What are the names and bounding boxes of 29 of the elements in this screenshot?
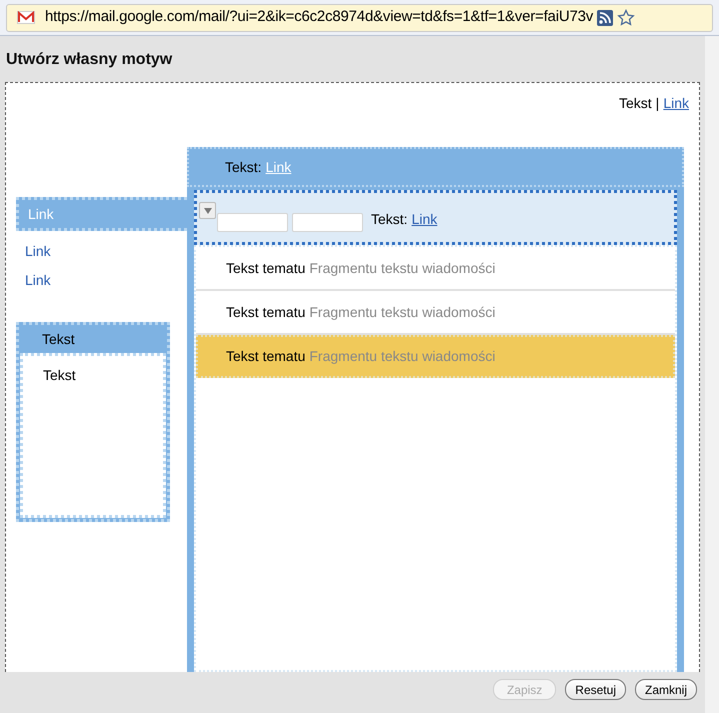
mail-icon (17, 11, 35, 24)
nav-link[interactable]: Link (16, 266, 187, 295)
dialog-title: Utwórz własny motyw (6, 50, 174, 70)
box-header: Tekst (41, 330, 76, 348)
nav-link[interactable]: Link (16, 237, 187, 266)
snippet-text: Fragmentu tekstu wiadomości (309, 347, 496, 366)
toolbar-text: Tekst: (371, 210, 408, 229)
input-field[interactable] (217, 213, 288, 232)
dialog-button[interactable]: Zamknij (634, 679, 697, 700)
snippet-text: Fragmentu tekstu wiadomości (309, 302, 496, 322)
subject-text: Tekst tematu (226, 258, 306, 278)
scrollbar-track[interactable] (705, 36, 719, 713)
panel-header-text: Tekst: (225, 158, 262, 176)
message-row[interactable]: Tekst tematu Fragmentu tekstu wiadomości (196, 335, 675, 378)
dropdown-button[interactable] (199, 202, 216, 219)
snippet-text: Fragmentu tekstu wiadomości (309, 258, 496, 278)
box-text: Tekst (43, 367, 76, 383)
separator-text: | (656, 94, 660, 113)
caret-icon (204, 208, 212, 214)
message-row[interactable]: Tekst tematu Fragmentu tekstu wiadomości (196, 247, 675, 291)
rss-icon[interactable] (597, 10, 614, 26)
toolbar-link[interactable]: Link (412, 209, 438, 230)
input-field[interactable] (292, 213, 363, 232)
header-link[interactable]: Link (663, 92, 689, 114)
subject-text: Tekst tematu (226, 347, 306, 366)
subject-text: Tekst tematu (226, 302, 306, 322)
dialog-button[interactable]: Resetuj (565, 679, 626, 700)
header-text: Tekst (618, 94, 652, 112)
star-icon[interactable] (617, 8, 636, 26)
